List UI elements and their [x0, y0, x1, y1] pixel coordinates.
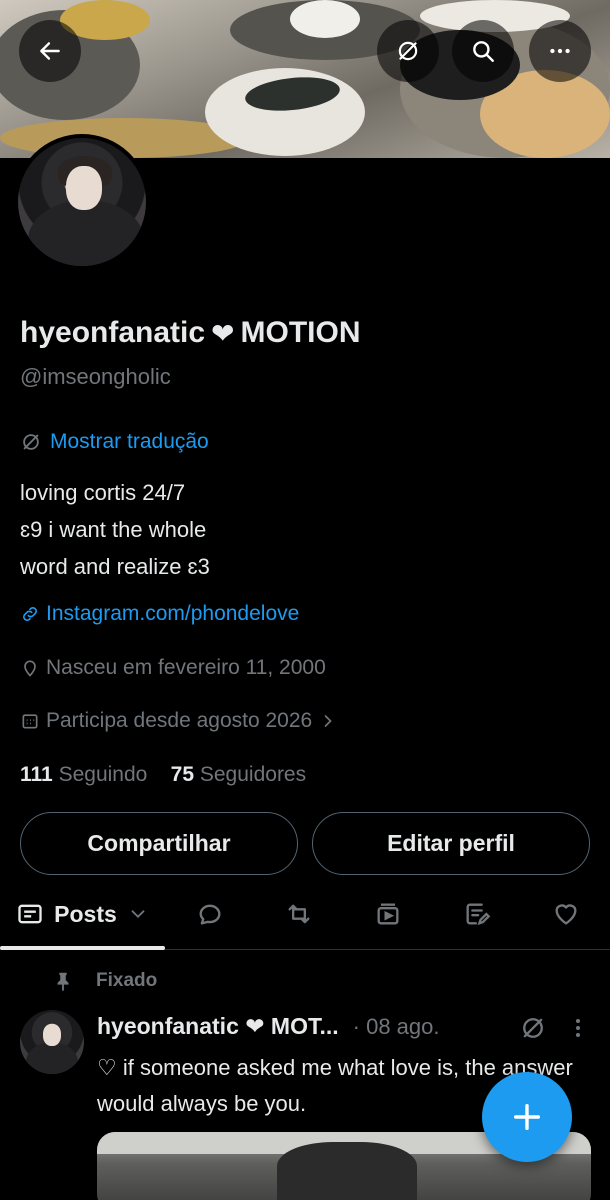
tab-posts-label: Posts: [54, 900, 117, 927]
more-icon: [550, 48, 570, 54]
following-count: 111: [20, 763, 53, 786]
tab-likes[interactable]: [536, 880, 596, 948]
tab-posts[interactable]: Posts: [0, 880, 165, 948]
back-arrow-icon: [40, 42, 60, 60]
media-icon: [377, 903, 399, 925]
heart-icon: ❤: [211, 317, 235, 349]
followers-link[interactable]: 75 Seguidores: [171, 763, 306, 786]
search-button[interactable]: [452, 20, 514, 82]
compose-plus-icon: [513, 1103, 541, 1131]
like-icon: [555, 904, 577, 925]
tab-articles[interactable]: [447, 880, 507, 948]
profile-tabs: Posts: [0, 880, 610, 950]
translation-label: Mostrar tradução: [50, 430, 209, 453]
followers-label: Seguidores: [199, 763, 307, 786]
reply-icon: [199, 904, 221, 925]
link-icon: [23, 607, 37, 621]
tab-media[interactable]: [358, 880, 418, 948]
active-tab-indicator: [0, 946, 165, 950]
birthday-row: Nasceu em fevereiro 11, 2000: [20, 656, 326, 680]
profile-bio: loving cortis 24/7 ɛ9 i want the whole w…: [20, 474, 210, 585]
post-author-avatar[interactable]: [20, 1010, 84, 1074]
compose-button[interactable]: [482, 1072, 572, 1162]
posts-tab-icon: [18, 904, 42, 924]
post-translate-button[interactable]: [519, 1014, 547, 1047]
show-translation-link[interactable]: Mostrar tradução: [20, 430, 209, 454]
pinned-label: Fixado: [96, 970, 158, 991]
search-icon: [473, 41, 494, 62]
post-more-button[interactable]: [566, 1014, 590, 1047]
more-vertical-icon: [576, 1019, 580, 1037]
chevron-down-icon: [131, 910, 145, 919]
translate-button[interactable]: [377, 20, 439, 82]
display-name-suffix: MOTION: [240, 316, 361, 349]
birthday-text: Nasceu em fevereiro 11, 2000: [46, 656, 326, 679]
retweet-icon: [288, 904, 310, 924]
profile-link-row[interactable]: Instagram.com/phondelove: [20, 602, 299, 626]
user-handle: @imseongholic: [20, 364, 171, 389]
location-icon: [24, 660, 36, 677]
post-header: hyeonfanatic ❤ MOT... · 08 ago.: [97, 1013, 439, 1040]
display-name-text: hyeonfanatic: [20, 316, 206, 349]
profile-link[interactable]: Instagram.com/phondelove: [46, 602, 299, 626]
articles-icon: [466, 903, 491, 926]
edit-profile-button[interactable]: Editar perfil: [312, 812, 590, 875]
back-button[interactable]: [19, 20, 81, 82]
pinned-indicator: Fixado: [52, 970, 157, 992]
post-date[interactable]: · 08 ago.: [353, 1014, 440, 1040]
post-author-name[interactable]: hyeonfanatic ❤ MOT...: [97, 1013, 339, 1040]
share-button[interactable]: Compartilhar: [20, 812, 298, 875]
bio-line: ɛ9 i want the whole: [20, 517, 207, 542]
tab-reposts[interactable]: [269, 880, 329, 948]
followers-count: 75: [170, 763, 195, 786]
translate-icon: [398, 41, 418, 61]
following-label: Seguindo: [58, 763, 148, 786]
bio-line: word and realize ɛ3: [20, 554, 210, 579]
translate-icon: [523, 1018, 543, 1038]
calendar-icon: [22, 714, 38, 729]
translate-icon: [23, 434, 39, 450]
chevron-right-icon: [324, 715, 332, 727]
profile-avatar[interactable]: [14, 134, 150, 270]
display-name: hyeonfanatic ❤ MOTION: [20, 316, 361, 350]
pin-icon: [57, 972, 69, 992]
tab-replies[interactable]: [180, 880, 240, 948]
joined-row[interactable]: Participa desde agosto 2026: [20, 709, 338, 733]
joined-text: Participa desde agosto 2026: [46, 709, 313, 732]
more-options-button[interactable]: [529, 20, 591, 82]
follow-stats: 111 Seguindo 75 Seguidores: [20, 763, 306, 787]
bio-line: loving cortis 24/7: [20, 480, 186, 505]
following-link[interactable]: 111 Seguindo: [20, 763, 147, 786]
